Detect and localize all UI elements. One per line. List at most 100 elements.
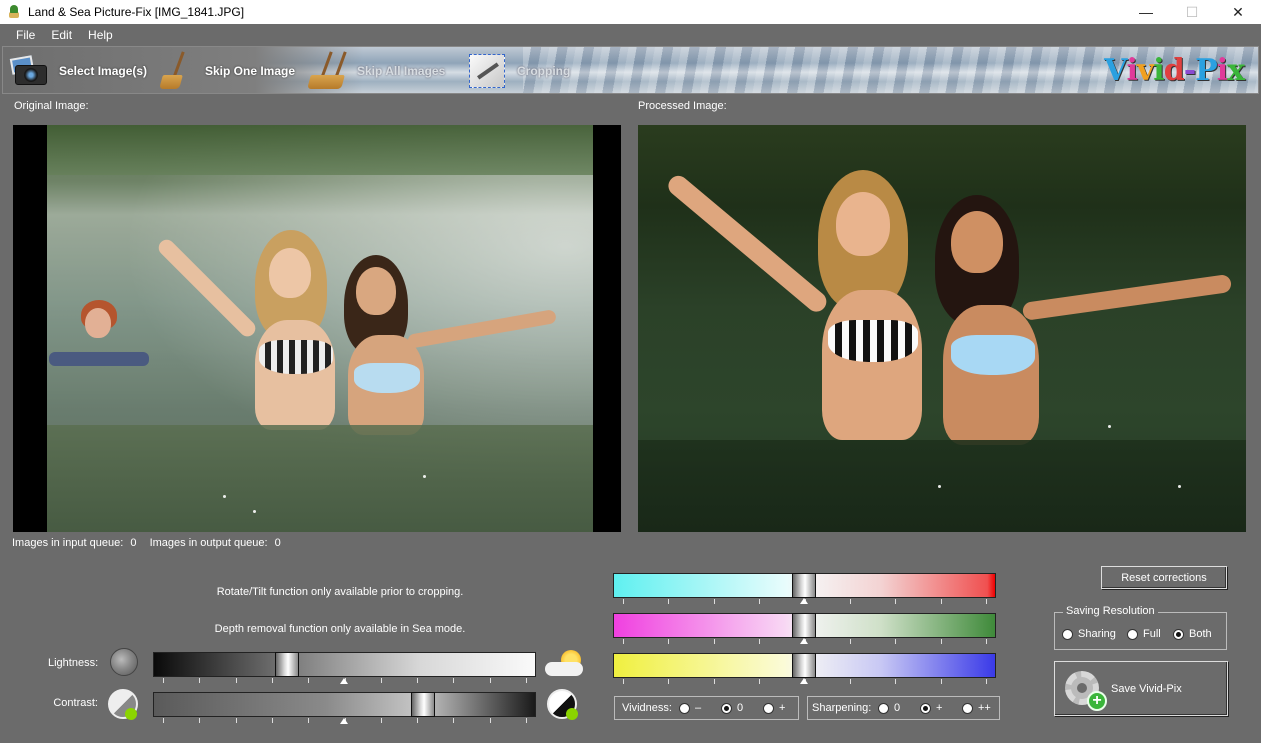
cropping-button[interactable]: Cropping (469, 47, 571, 93)
yellow-blue-default-marker (800, 678, 808, 684)
yellow-blue-slider-thumb[interactable] (792, 653, 816, 678)
saving-resolution-group: Saving Resolution Sharing Full Both (1054, 605, 1227, 650)
slider-tick (714, 639, 715, 644)
vividness-plus-option[interactable]: + (763, 702, 785, 714)
original-image (13, 125, 621, 532)
slider-tick (526, 718, 527, 723)
slider-tick (850, 599, 851, 604)
contrast-default-marker (340, 718, 348, 724)
contrast-slider-thumb[interactable] (411, 692, 435, 717)
menu-edit[interactable]: Edit (43, 28, 80, 42)
processed-image (638, 125, 1246, 532)
sharpening-zero-radio[interactable] (878, 702, 889, 714)
resolution-sharing-option[interactable]: Sharing (1062, 628, 1116, 640)
cyan-red-slider[interactable] (613, 573, 996, 598)
processed-image-label: Processed Image: (638, 100, 727, 112)
cyan-red-default-marker (800, 598, 808, 604)
window-controls: — ☐ ✕ (1123, 0, 1261, 24)
menu-help[interactable]: Help (80, 28, 121, 42)
vividness-group: Vividness: – 0 + (614, 696, 799, 720)
slider-tick (714, 599, 715, 604)
toolbar: Select Image(s) Skip One Image Skip All … (2, 46, 1259, 94)
resolution-sharing-radio[interactable] (1062, 628, 1073, 640)
magenta-green-slider[interactable] (613, 613, 996, 638)
rotate-note: Rotate/Tilt function only available prio… (216, 586, 464, 598)
vividness-minus-radio[interactable] (679, 702, 690, 714)
resolution-full-option[interactable]: Full (1127, 628, 1161, 640)
slider-tick (895, 679, 896, 684)
lightness-slider-thumb[interactable] (275, 652, 299, 677)
maximize-button[interactable]: ☐ (1169, 0, 1215, 24)
sun-cloud-icon (545, 648, 587, 678)
slider-tick (986, 639, 987, 644)
broom-icon (159, 49, 189, 93)
slider-tick (236, 678, 237, 683)
logo-letter: - (1183, 53, 1196, 88)
slider-tick (668, 639, 669, 644)
skip-all-images-label: Skip All Images (357, 64, 446, 78)
resolution-both-radio[interactable] (1173, 628, 1184, 640)
slider-tick (623, 599, 624, 604)
sharpening-double-plus-option[interactable]: ++ (962, 702, 991, 714)
sharpening-double-plus-radio[interactable] (962, 702, 973, 714)
vividness-minus-option[interactable]: – (679, 702, 701, 714)
close-button[interactable]: ✕ (1215, 0, 1261, 24)
slider-tick (163, 678, 164, 683)
menu-file[interactable]: File (8, 28, 43, 42)
select-images-label: Select Image(s) (59, 64, 148, 78)
moon-icon (110, 648, 138, 676)
resolution-full-radio[interactable] (1127, 628, 1138, 640)
sharpening-plus-option[interactable]: + (920, 702, 942, 714)
logo-letter: x (1227, 53, 1245, 88)
sharpening-zero-option[interactable]: 0 (878, 702, 900, 714)
slider-tick (759, 599, 760, 604)
slider-tick (986, 679, 987, 684)
slider-tick (526, 678, 527, 683)
logo-letter: V (1104, 53, 1127, 88)
depth-note: Depth removal function only available in… (214, 623, 466, 635)
logo-letter: d (1163, 53, 1185, 88)
slider-tick (895, 639, 896, 644)
slider-tick (163, 718, 164, 723)
resolution-both-option[interactable]: Both (1173, 628, 1212, 640)
yellow-blue-slider[interactable] (613, 653, 996, 678)
minimize-button[interactable]: — (1123, 0, 1169, 24)
vividness-zero-option[interactable]: 0 (721, 702, 743, 714)
reset-corrections-button[interactable]: Reset corrections (1101, 566, 1227, 589)
gear-plus-icon: + (1063, 667, 1107, 711)
slider-tick (850, 679, 851, 684)
skip-all-images-button[interactable]: Skip All Images (307, 47, 446, 93)
vivid-pix-logo: Vivid-Pix (1104, 53, 1245, 88)
input-queue-label: Images in input queue: (12, 537, 124, 549)
logo-letter: v (1136, 53, 1154, 88)
save-vivid-pix-button[interactable]: + Save Vivid-Pix (1054, 661, 1228, 716)
broom-icon (321, 49, 351, 93)
skip-one-image-button[interactable]: Skip One Image (159, 47, 295, 93)
cyan-red-slider-thumb[interactable] (792, 573, 816, 598)
vividness-plus-radio[interactable] (763, 702, 774, 714)
vividness-label: Vividness: (622, 702, 672, 714)
slider-tick (490, 678, 491, 683)
slider-tick (453, 718, 454, 723)
arrow-up-icon (566, 708, 578, 720)
slider-tick (941, 599, 942, 604)
window-title: Land & Sea Picture-Fix [IMG_1841.JPG] (28, 5, 245, 19)
saving-resolution-title: Saving Resolution (1063, 605, 1158, 617)
sharpening-plus-radio[interactable] (920, 702, 931, 714)
slider-tick (895, 599, 896, 604)
select-images-button[interactable]: Select Image(s) (9, 47, 148, 93)
vividness-zero-radio[interactable] (721, 702, 732, 714)
slider-tick (199, 678, 200, 683)
cropping-label: Cropping (517, 64, 571, 78)
magenta-green-slider-thumb[interactable] (792, 613, 816, 638)
crop-icon (469, 54, 505, 88)
original-image-label: Original Image: (14, 100, 89, 112)
contrast-slider[interactable] (153, 692, 536, 717)
slider-tick (668, 599, 669, 604)
lightness-slider[interactable] (153, 652, 536, 677)
sharpening-group: Sharpening: 0 + ++ (807, 696, 1000, 720)
slider-tick (199, 718, 200, 723)
slider-tick (490, 718, 491, 723)
slider-tick (453, 678, 454, 683)
arrow-down-icon (125, 708, 137, 720)
